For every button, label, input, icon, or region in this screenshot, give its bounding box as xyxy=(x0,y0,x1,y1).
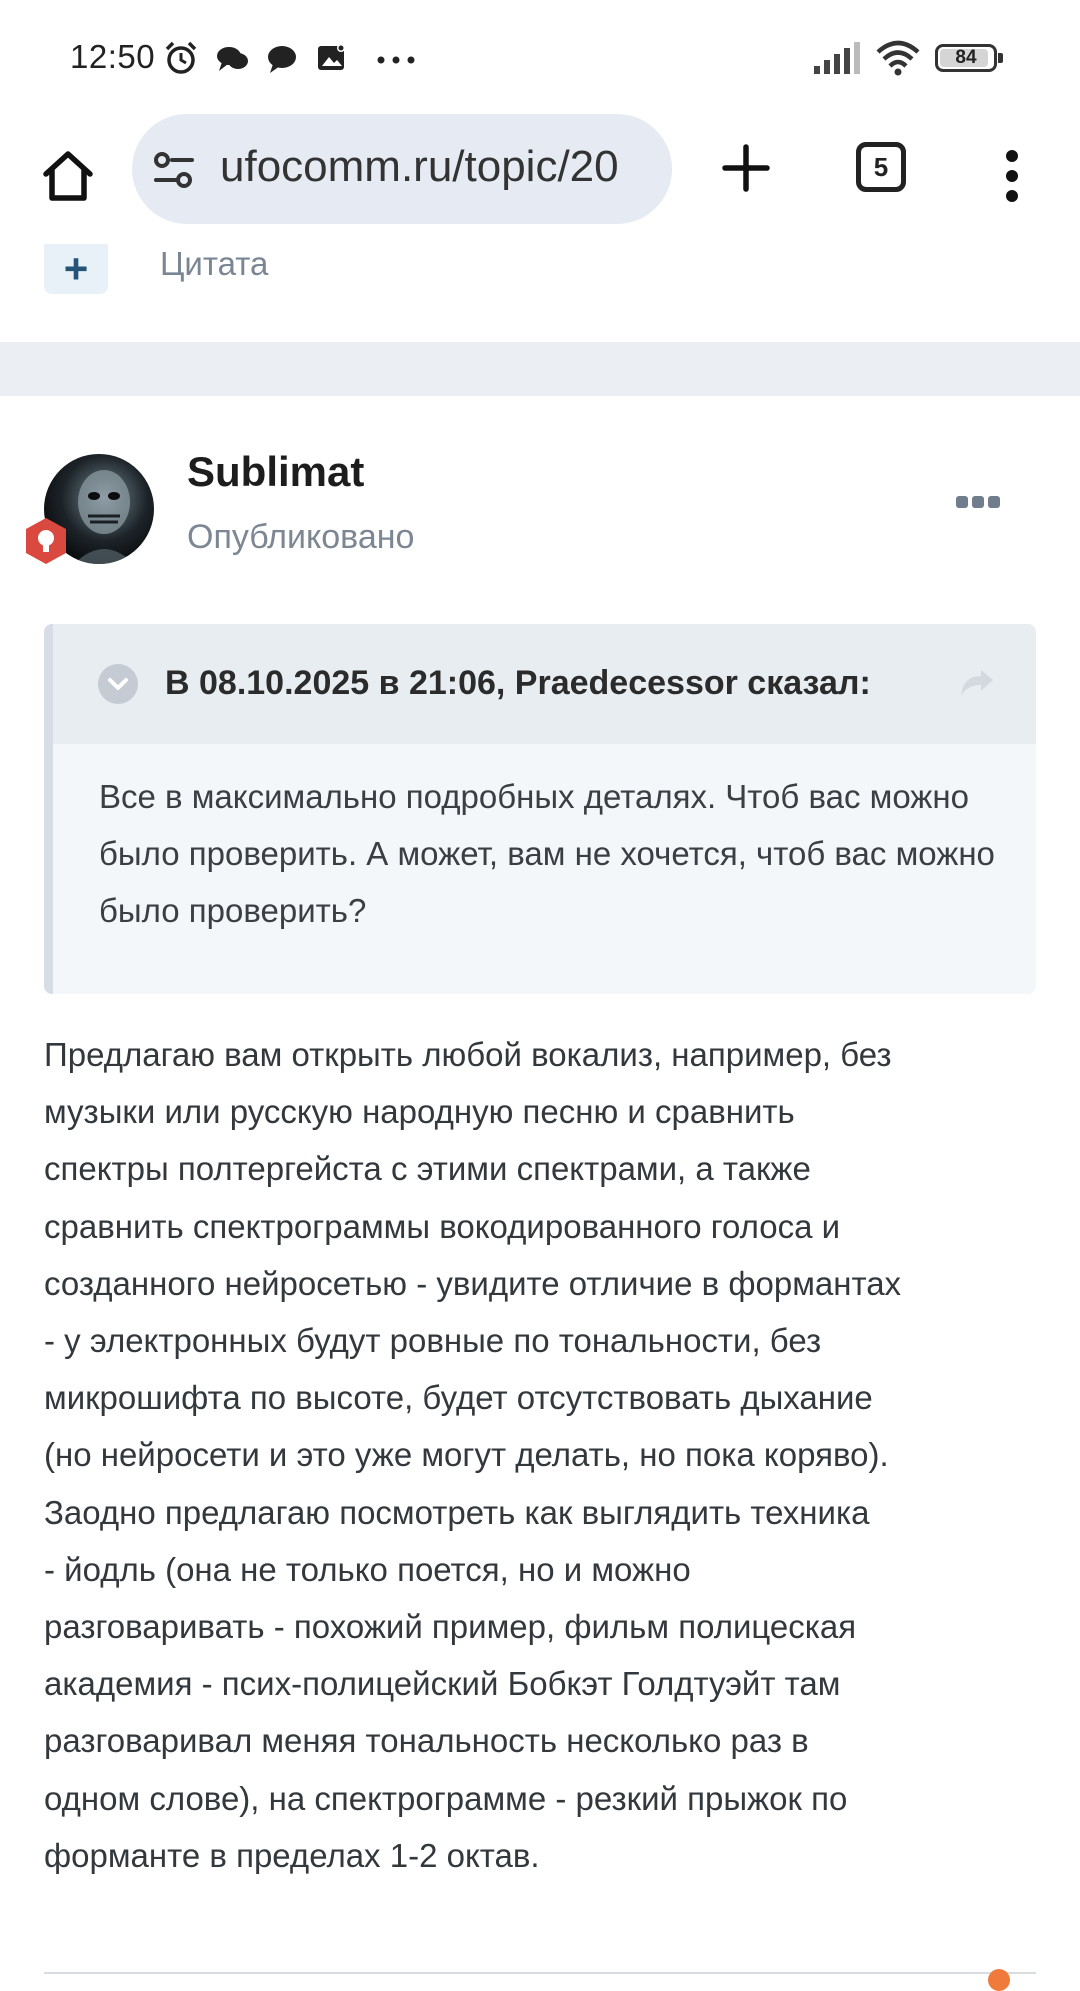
post-text-line: разговаривать - похожий пример, фильм по… xyxy=(44,1608,857,1646)
rank-badge-icon xyxy=(26,518,66,564)
post-status: Опубликовано xyxy=(187,518,415,556)
chat-bubbles-icon xyxy=(217,47,248,71)
post-text-line: одном слове), на спектрограмме - резкий … xyxy=(44,1779,848,1817)
status-time: 12:50 xyxy=(70,38,156,75)
post-text-line: Предлагаю вам открыть любой вокализ, нап… xyxy=(44,1036,892,1073)
browser-menu-button[interactable] xyxy=(992,136,1032,216)
post-footer-divider xyxy=(44,1972,1036,1974)
home-icon xyxy=(43,151,93,201)
status-bar: 12:50 84 xyxy=(0,0,1080,110)
post-text-line: форманте в пределах 1-2 октав. xyxy=(44,1836,540,1874)
post-text-line: академия - псих-полицейский Бобкэт Голдт… xyxy=(44,1665,841,1703)
post-text-line: сравнить спектрограммы вокодированного г… xyxy=(44,1207,841,1245)
alarm-icon xyxy=(165,41,197,74)
quote-text: Все в максимально подробных деталях. Что… xyxy=(99,778,995,929)
chevron-down-icon xyxy=(108,678,128,690)
previous-post-footer: + Цитата xyxy=(0,244,1080,342)
message-icon xyxy=(268,46,296,73)
post-options-button[interactable] xyxy=(956,496,1000,508)
post-text-line: музыки или русскую народную песню и срав… xyxy=(44,1093,795,1131)
battery-level: 84 xyxy=(955,47,977,68)
collapse-toggle[interactable] xyxy=(98,664,138,704)
blockquote: В 08.10.2025 в 21:06, Praedecessor сказа… xyxy=(44,624,1036,994)
url-text[interactable]: ufocomm.ru/topic/20 xyxy=(220,142,619,192)
battery-icon: 84 xyxy=(935,44,1003,72)
post-text-line: (но нейросети и это уже могут делать, но… xyxy=(44,1436,889,1474)
dot xyxy=(972,496,984,508)
quote-citation[interactable]: В 08.10.2025 в 21:06, Praedecessor сказа… xyxy=(165,664,871,703)
post-text-line: разговаривал меняя тональность несколько… xyxy=(44,1722,809,1760)
quote-citation-bar: В 08.10.2025 в 21:06, Praedecessor сказа… xyxy=(53,624,1036,744)
post-text-line: созданного нейросетью - увидите отличие … xyxy=(44,1264,902,1302)
kebab-menu-icon xyxy=(1006,150,1018,202)
post-text-line: Заодно предлагаю посмотреть как выглядит… xyxy=(44,1493,870,1531)
quote-add-button[interactable]: + xyxy=(44,244,108,294)
plus-icon xyxy=(722,144,770,192)
post-text-line: - у электронных будут ровные по тонально… xyxy=(44,1322,822,1360)
new-tab-button[interactable] xyxy=(708,130,784,206)
forum-post: Sublimat Опубликовано В 08.10.2025 в 21:… xyxy=(0,396,1080,1991)
signal-icon xyxy=(814,42,860,74)
go-to-quote-icon[interactable] xyxy=(959,668,995,700)
post-separator xyxy=(0,342,1080,396)
browser-toolbar: ufocomm.ru/topic/20 5 xyxy=(0,110,1080,246)
url-bar[interactable]: ufocomm.ru/topic/20 xyxy=(132,114,672,224)
quote-button-label[interactable]: Цитата xyxy=(160,244,268,284)
home-button[interactable] xyxy=(28,136,108,216)
url-fade xyxy=(632,114,672,224)
gallery-icon xyxy=(318,44,345,70)
dot xyxy=(956,496,968,508)
post-text-line: - йодль (она не только поется, но и можн… xyxy=(44,1550,691,1588)
post-text-line: спектры полтергейста с этими спектрами, … xyxy=(44,1150,811,1188)
post-content: Предлагаю вам открыть любой вокализ, нап… xyxy=(44,1026,1044,1884)
post-text-line: микрошифта по высоте, будет отсутствоват… xyxy=(44,1379,873,1417)
tabs-button[interactable]: 5 xyxy=(856,142,906,192)
more-dots-icon xyxy=(377,56,415,64)
site-settings-icon[interactable] xyxy=(152,148,196,192)
dot xyxy=(988,496,1000,508)
author-name[interactable]: Sublimat xyxy=(187,448,364,496)
tabs-count: 5 xyxy=(873,151,889,182)
notification-dot xyxy=(988,1969,1010,1991)
wifi-icon xyxy=(876,40,920,76)
